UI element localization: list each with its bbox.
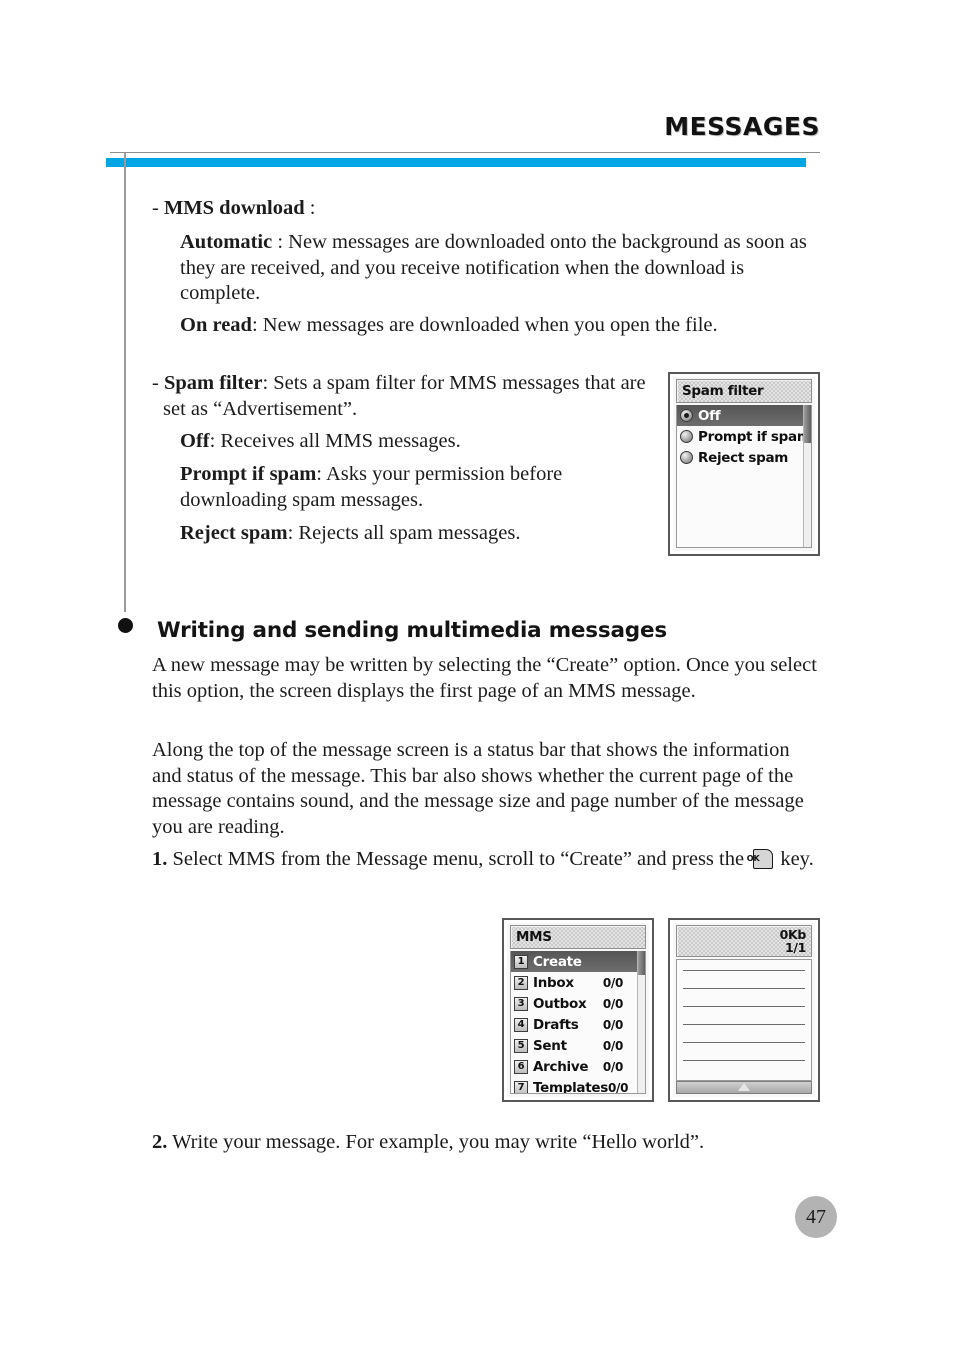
- radio-unselected-icon: [680, 430, 693, 443]
- scrollbar-thumb[interactable]: [638, 951, 645, 975]
- section-bullet-icon: [118, 618, 133, 633]
- compose-statusbar: 0Kb 1/1: [676, 925, 812, 957]
- mms-menu-title: MMS: [516, 929, 552, 945]
- status-bar-paragraph: Along the top of the message screen is a…: [152, 739, 804, 838]
- item-number-badge: 2: [514, 975, 528, 990]
- mms-menu-item-archive[interactable]: 6 Archive 0/0: [511, 1056, 645, 1077]
- mms-menu-item-label: Sent: [533, 1037, 567, 1054]
- step-2-number: 2.: [152, 1131, 168, 1153]
- on-read-term: On read: [180, 314, 252, 336]
- step-2-text: Write your message. For example, you may…: [172, 1131, 705, 1153]
- compose-screenshot: 0Kb 1/1: [668, 918, 820, 1102]
- prompt-if-spam-term: Prompt if spam: [180, 463, 317, 485]
- spam-filter-options-list: Off Prompt if spam Reject spam: [676, 405, 812, 548]
- spam-filter-option-off[interactable]: Off: [677, 405, 811, 426]
- spam-filter-scrollbar[interactable]: [803, 405, 811, 547]
- mms-menu-item-create[interactable]: 1 Create: [511, 951, 645, 972]
- off-paragraph: Off: Receives all MMS messages.: [180, 429, 650, 455]
- reject-spam-text: : Rejects all spam messages.: [287, 522, 521, 544]
- reject-spam-term: Reject spam: [180, 522, 288, 544]
- mms-menu-item-label: Create: [533, 953, 582, 970]
- spam-filter-option-prompt-if-spam[interactable]: Prompt if spam: [677, 426, 811, 447]
- mms-download-dash: -: [152, 197, 159, 219]
- mms-menu-titlebar: MMS: [510, 925, 646, 949]
- spam-filter-dash: -: [152, 372, 159, 394]
- mms-download-line: - MMS download :: [152, 196, 812, 222]
- step-1-number: 1.: [152, 848, 168, 870]
- mms-download-suffix: :: [304, 197, 316, 219]
- mms-menu-scrollbar[interactable]: [637, 951, 645, 1093]
- mms-menu-item-sent[interactable]: 5 Sent 0/0: [511, 1035, 645, 1056]
- item-number-badge: 1: [514, 954, 528, 969]
- mms-menu-item-label: Outbox: [533, 995, 587, 1012]
- page-number-badge: 47: [795, 1196, 837, 1238]
- prompt-if-spam-paragraph: Prompt if spam: Asks your permission bef…: [180, 462, 630, 513]
- step-2: 2. Write your message. For example, you …: [152, 1130, 850, 1156]
- scrollbar-thumb[interactable]: [804, 405, 811, 443]
- mms-menu-item-inbox[interactable]: 2 Inbox 0/0: [511, 972, 645, 993]
- compose-screen-body: 0Kb 1/1: [673, 923, 815, 1097]
- item-number-badge: 4: [514, 1017, 528, 1032]
- ok-key-label: OK: [746, 854, 760, 863]
- page-title: MESSAGES: [664, 112, 820, 141]
- off-text: : Receives all MMS messages.: [209, 430, 461, 452]
- spam-filter-option-label: Prompt if spam: [698, 428, 811, 445]
- header-accent-bar: [106, 158, 806, 167]
- header-rule: [110, 152, 820, 153]
- item-number-badge: 6: [514, 1059, 528, 1074]
- text-line: [683, 988, 805, 989]
- item-number-badge: 3: [514, 996, 528, 1011]
- mms-menu-screen-body: MMS 1 Create 2 Inbox 0/0 3 Outbox 0/0 4 …: [507, 923, 649, 1097]
- manual-page: MESSAGES - MMS download : Automatic : Ne…: [0, 0, 954, 1350]
- spam-filter-title: Spam filter: [682, 383, 764, 399]
- text-line: [683, 1042, 805, 1043]
- mms-menu-item-label: Drafts: [533, 1016, 579, 1033]
- item-number-badge: 5: [514, 1038, 528, 1053]
- radio-selected-icon: [680, 409, 693, 422]
- step-1: 1. Select MMS from the Message menu, scr…: [152, 847, 842, 873]
- step-1-text: Select MMS from the Message menu, scroll…: [172, 848, 745, 870]
- text-line: [683, 1006, 805, 1007]
- radio-unselected-icon: [680, 451, 693, 464]
- off-term: Off: [180, 430, 210, 452]
- mms-menu-list: 1 Create 2 Inbox 0/0 3 Outbox 0/0 4 Draf…: [510, 951, 646, 1094]
- spam-filter-option-label: Off: [698, 407, 721, 424]
- on-read-paragraph: On read: New messages are downloaded whe…: [180, 313, 785, 339]
- text-line: [683, 1024, 805, 1025]
- on-read-text: : New messages are downloaded when you o…: [251, 314, 718, 336]
- text-line: [683, 1060, 805, 1061]
- spam-filter-screen-body: Spam filter Off Prompt if spam Reject sp…: [673, 377, 815, 551]
- section-heading: Writing and sending multimedia messages: [157, 618, 667, 643]
- spam-filter-paragraph: - Spam filter: Sets a spam filter for MM…: [152, 371, 663, 422]
- intro-paragraph: A new message may be written by selectin…: [152, 654, 817, 702]
- compose-text-area[interactable]: [676, 959, 812, 1081]
- compose-size: 0Kb: [779, 926, 807, 942]
- spam-filter-option-label: Reject spam: [698, 449, 789, 466]
- mms-menu-item-outbox[interactable]: 3 Outbox 0/0: [511, 993, 645, 1014]
- spam-filter-titlebar: Spam filter: [676, 379, 812, 403]
- mms-menu-screenshot: MMS 1 Create 2 Inbox 0/0 3 Outbox 0/0 4 …: [502, 918, 654, 1102]
- mms-menu-item-label: Templates: [533, 1079, 608, 1094]
- item-number-badge: 7: [514, 1080, 528, 1093]
- automatic-paragraph: Automatic : New messages are downloaded …: [180, 230, 820, 307]
- spam-filter-term: Spam filter: [163, 372, 263, 394]
- mms-menu-item-drafts[interactable]: 4 Drafts 0/0: [511, 1014, 645, 1035]
- text-line: [683, 970, 805, 971]
- compose-softkey-bar[interactable]: [676, 1081, 812, 1094]
- mms-download-term: MMS download: [163, 197, 305, 219]
- mms-menu-item-label: Archive: [533, 1058, 589, 1075]
- compose-page-indicator: 1/1: [784, 940, 806, 955]
- left-margin-rule: [124, 152, 126, 612]
- reject-spam-paragraph: Reject spam: Rejects all spam messages.: [180, 521, 650, 547]
- mms-menu-item-label: Inbox: [533, 974, 574, 991]
- automatic-term: Automatic: [180, 231, 273, 253]
- mms-menu-item-templates[interactable]: 7 Templates 0/0: [511, 1077, 645, 1094]
- step-1-text-after: key.: [780, 848, 814, 870]
- spam-filter-option-reject-spam[interactable]: Reject spam: [677, 447, 811, 468]
- spam-filter-screenshot: Spam filter Off Prompt if spam Reject sp…: [668, 372, 820, 556]
- automatic-text: : New messages are downloaded onto the b…: [180, 231, 807, 304]
- ok-key-icon: OK: [746, 848, 774, 869]
